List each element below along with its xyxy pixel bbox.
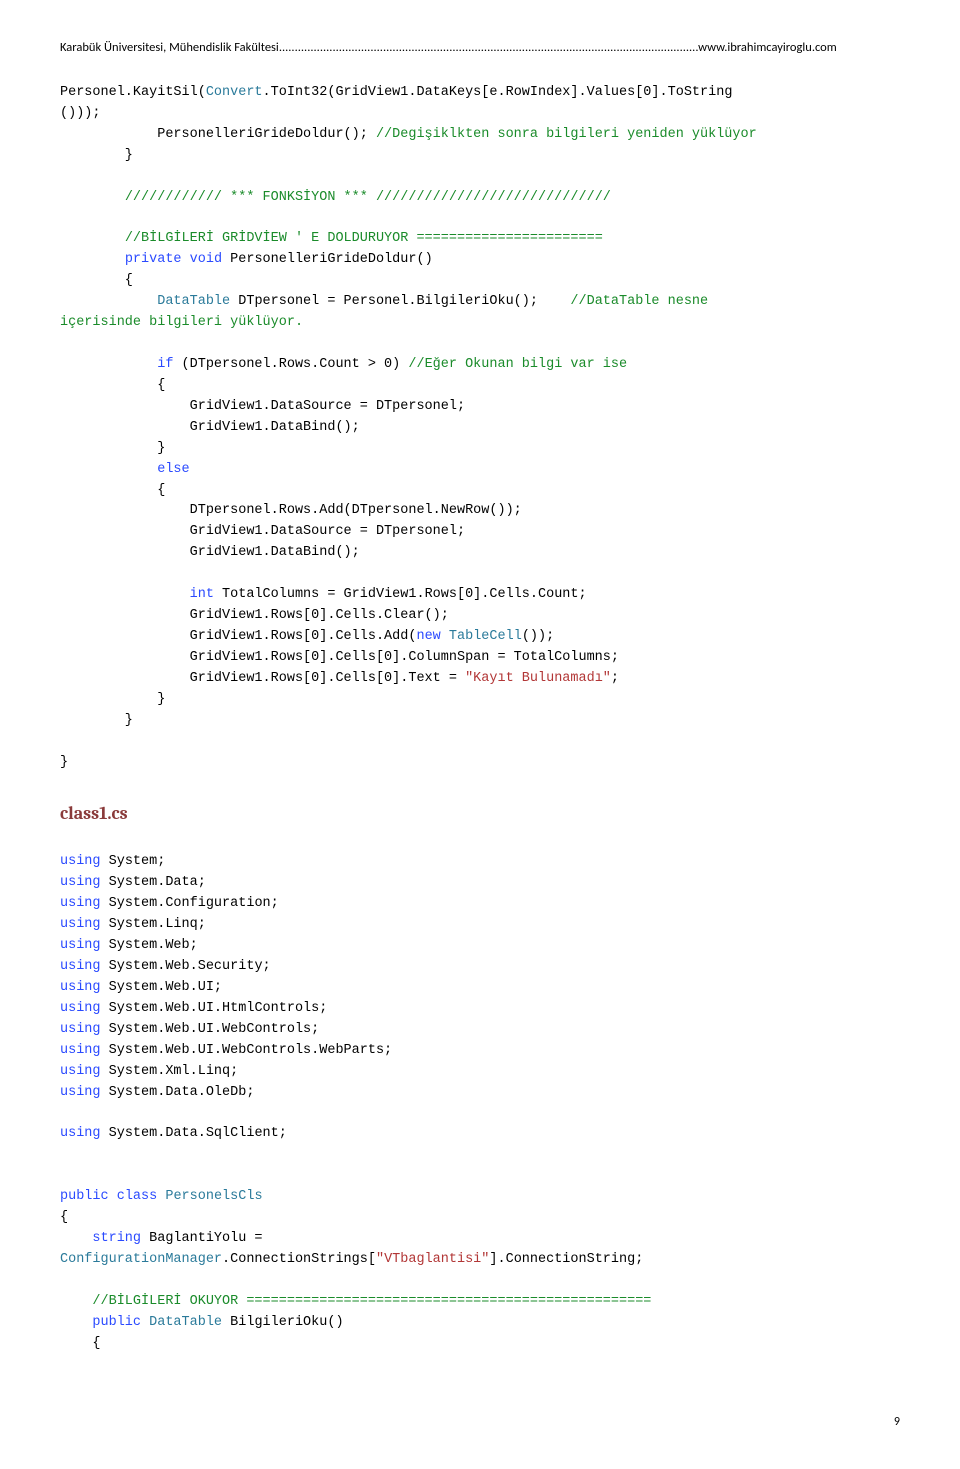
header-left: Karabük Üniversitesi, Mühendislik Fakült… [60, 40, 279, 55]
header-right: www.ibrahimcayiroglu.com [698, 40, 837, 55]
code-block-1: Personel.KayitSil(Convert.ToInt32(GridVi… [60, 83, 900, 773]
code-block-2: using System; using System.Data; using S… [60, 852, 900, 1354]
section-heading-class1: class1.cs [60, 803, 900, 824]
header-dots: ........................................… [279, 40, 698, 55]
page-header: Karabük Üniversitesi, Mühendislik Fakült… [60, 40, 900, 55]
page-number: 9 [60, 1415, 900, 1429]
